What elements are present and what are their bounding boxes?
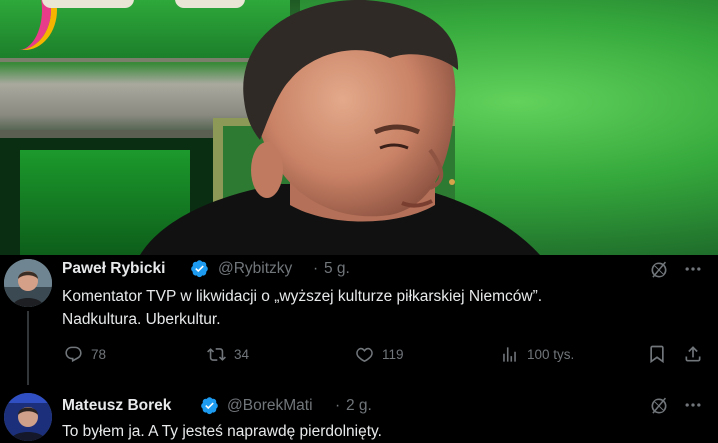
- more-icon[interactable]: [683, 259, 705, 281]
- thread-connector-line: [27, 311, 29, 385]
- like-icon: [356, 347, 373, 362]
- bookmark-icon[interactable]: [647, 344, 669, 366]
- tweet-text-line-1: Komentator TVP w likwidacji o „wyższej k…: [62, 288, 543, 305]
- share-icon[interactable]: [683, 344, 705, 366]
- author-name[interactable]: Paweł Rybicki: [62, 260, 165, 278]
- separator-dot: ·: [313, 260, 319, 277]
- tweet-item[interactable]: Mateusz Borek @BorekMati · 2 g. To byłem…: [0, 386, 718, 441]
- author-handle[interactable]: @Rybitzky: [218, 260, 292, 278]
- tweet-text-line-2: Nadkultura. Uberkultur.: [62, 311, 221, 328]
- retweet-icon: [207, 347, 226, 361]
- separator-dot: ·: [335, 397, 341, 414]
- reply-icon: [65, 346, 82, 362]
- grok-icon[interactable]: [649, 396, 671, 418]
- avatar[interactable]: [4, 259, 52, 307]
- verified-badge-icon: [191, 260, 208, 278]
- like-button[interactable]: 119: [355, 343, 404, 365]
- views-icon: [503, 346, 516, 362]
- tweet-timestamp[interactable]: 2 g.: [346, 397, 372, 415]
- author-handle[interactable]: @BorekMati: [227, 397, 313, 415]
- avatar[interactable]: [4, 393, 52, 441]
- grok-icon[interactable]: [649, 260, 671, 282]
- person-figure: [140, 0, 540, 255]
- author-name[interactable]: Mateusz Borek: [62, 397, 171, 415]
- retweet-button[interactable]: 34: [207, 343, 249, 365]
- tweet-timestamp[interactable]: 5 g.: [324, 260, 350, 278]
- verified-badge-icon: [201, 397, 218, 415]
- more-icon[interactable]: [683, 395, 705, 417]
- tweet-item[interactable]: Paweł Rybicki @Rybitzky · 5 g. Komentato…: [0, 255, 718, 386]
- views-count: 100 tys.: [527, 346, 575, 362]
- tweet-text-line-1: To byłem ja. A Ty jesteś naprawdę pierdo…: [62, 423, 382, 440]
- retweet-count: 34: [234, 346, 250, 362]
- tweet-media-image[interactable]: [0, 0, 718, 255]
- reply-count: 78: [91, 346, 107, 362]
- reply-button[interactable]: 78: [64, 343, 106, 365]
- like-count: 119: [382, 346, 404, 362]
- views-button[interactable]: 100 tys.: [500, 343, 574, 365]
